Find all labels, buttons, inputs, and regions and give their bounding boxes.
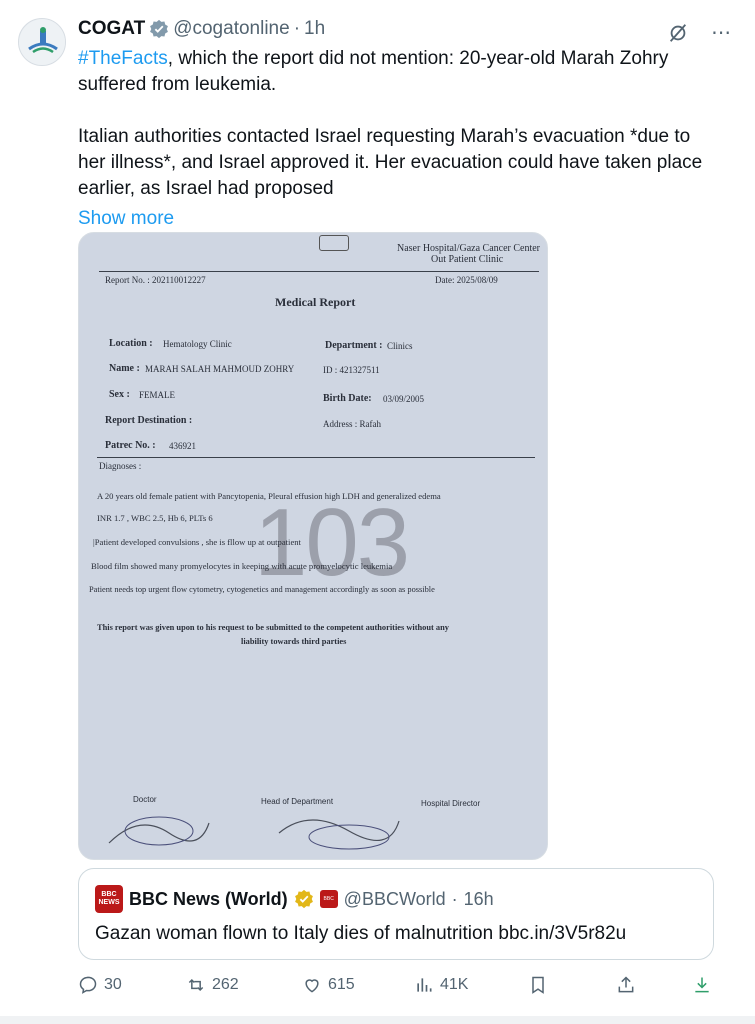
location-value: Hematology Clinic: [163, 339, 232, 349]
bookmark-icon: [532, 976, 544, 994]
diagnosis-line-5: Patient needs top urgent flow cytometry,…: [89, 585, 435, 594]
reply-button[interactable]: 30: [78, 975, 122, 995]
hashtag-link[interactable]: #TheFacts: [78, 48, 168, 69]
patrec-value: 436921: [169, 441, 196, 451]
diagnosis-line-1: A 20 years old female patient with Pancy…: [97, 491, 441, 501]
report-date: Date: 2025/08/09: [435, 275, 498, 285]
reply-count: 30: [104, 976, 122, 993]
avatar[interactable]: [18, 18, 66, 66]
more-options-icon[interactable]: ⋯: [711, 20, 731, 45]
notice-line-2: liability towards third parties: [241, 637, 347, 646]
diagnosis-line-4: Blood film showed many promyelocytes in …: [91, 561, 393, 571]
author-name[interactable]: COGAT: [78, 18, 145, 40]
repost-icon: [188, 978, 204, 992]
diagnosis-line-2: INR 1.7 , WBC 2.5, Hb 6, PLTs 6: [97, 513, 213, 523]
medical-report-document: Naser Hospital/Gaza Cancer Center Out Pa…: [79, 233, 547, 859]
affiliate-badge-icon: BBC: [319, 890, 338, 908]
signature-stamps-icon: [108, 816, 400, 850]
author-handle[interactable]: @cogatonline: [173, 18, 289, 40]
top-actions: ⋯: [667, 20, 731, 45]
post-text-para2: Italian authorities contacted Israel req…: [78, 126, 703, 199]
hospital-name: Naser Hospital/Gaza Cancer Center: [397, 243, 540, 254]
sex-label: Sex :: [109, 389, 130, 400]
verified-badge-icon: [150, 19, 169, 39]
location-label: Location :: [109, 338, 153, 349]
diagnosis-line-3: |Patient developed convulsions , she is …: [93, 537, 301, 547]
sex-value: FEMALE: [139, 390, 175, 400]
name-value: MARAH SALAH MAHMOUD ZOHRY: [145, 364, 295, 374]
show-more-link[interactable]: Show more: [78, 206, 718, 232]
cogat-logo-icon: [19, 19, 65, 65]
department-value: Clinics: [387, 341, 413, 351]
views-icon: [417, 978, 432, 992]
post-time[interactable]: 1h: [304, 18, 325, 40]
quoted-post[interactable]: BBC NEWS BBC News (World) BBC @BBCWorld ·…: [78, 868, 714, 960]
download-button[interactable]: [692, 975, 712, 995]
views-button[interactable]: 41K: [414, 975, 468, 995]
quoted-post-header: BBC NEWS BBC News (World) BBC @BBCWorld ·…: [95, 885, 494, 913]
quoted-text: Gazan woman flown to Italy dies of malnu…: [95, 923, 627, 944]
address-value: Address : Rafah: [323, 419, 381, 429]
report-title: Medical Report: [275, 295, 356, 309]
birth-label: Birth Date:: [323, 393, 372, 404]
hospital-logo-icon: [319, 235, 349, 251]
separator-dot: ·: [451, 888, 458, 909]
post-header: COGAT @cogatonline · 1h: [78, 18, 325, 40]
download-icon: [695, 977, 709, 993]
post-image-medical-report[interactable]: Naser Hospital/Gaza Cancer Center Out Pa…: [78, 232, 548, 860]
quoted-handle[interactable]: @BBCWorld: [344, 889, 446, 910]
grok-icon[interactable]: [667, 22, 689, 44]
notice-line-1: This report was given upon to his reques…: [97, 623, 449, 632]
separator-dot: ·: [293, 18, 301, 39]
patrec-label: Patrec No. :: [105, 440, 156, 451]
gold-verified-badge-icon: [294, 889, 313, 909]
clinic-name: Out Patient Clinic: [431, 254, 504, 265]
name-label: Name :: [109, 363, 140, 374]
post-text: #TheFacts, which the report did not ment…: [78, 46, 718, 232]
birth-value: 03/09/2005: [383, 394, 425, 404]
destination-label: Report Destination :: [105, 415, 193, 426]
like-button[interactable]: 615: [302, 975, 355, 995]
reply-icon: [79, 976, 97, 994]
like-count: 615: [328, 976, 355, 993]
share-button[interactable]: [616, 975, 636, 995]
bookmark-button[interactable]: [528, 975, 548, 995]
id-value: ID : 421327511: [323, 365, 380, 375]
quoted-time[interactable]: 16h: [464, 889, 494, 910]
department-label: Department :: [325, 340, 383, 351]
report-number: Report No. : 202110012227: [105, 275, 206, 285]
repost-count: 262: [212, 976, 239, 993]
quoted-author-name[interactable]: BBC News (World): [129, 889, 288, 910]
views-count: 41K: [440, 976, 469, 993]
heart-icon: [305, 979, 319, 993]
share-icon: [618, 976, 634, 993]
action-bar: 30 262 615 41K: [78, 975, 718, 1005]
footer-band: [0, 1016, 755, 1024]
bbc-news-logo-icon: BBC NEWS: [95, 885, 123, 913]
repost-button[interactable]: 262: [186, 975, 239, 995]
diagnoses-label: Diagnoses :: [99, 461, 142, 471]
